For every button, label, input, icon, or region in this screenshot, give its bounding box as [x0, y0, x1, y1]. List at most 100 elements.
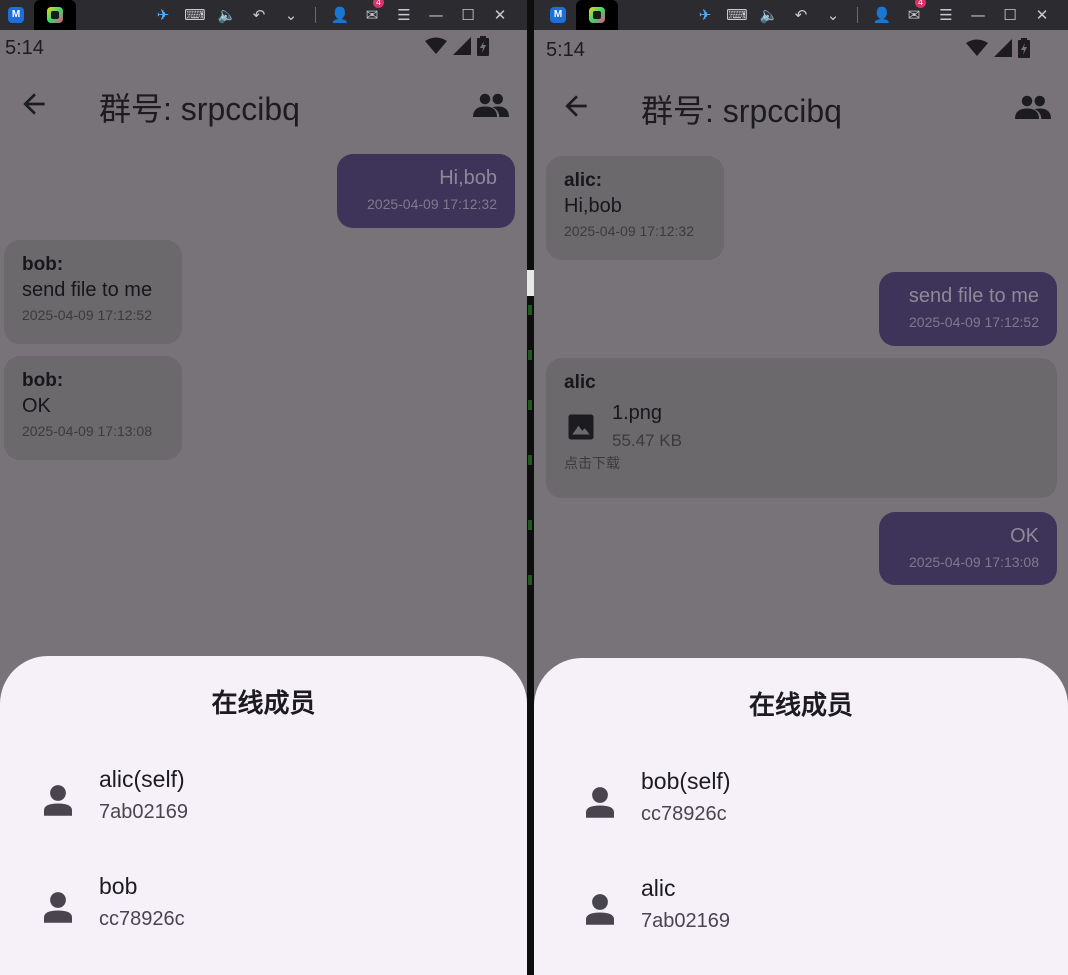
- app-logo-icon[interactable]: M: [4, 3, 28, 27]
- member-list-item[interactable]: alic 7ab02169: [534, 875, 1068, 955]
- status-icons: [966, 38, 1030, 58]
- background-terminal-text: [528, 350, 532, 360]
- member-name: alic(self): [99, 766, 185, 792]
- left-emulator-window: M ✈ ⌨ 🔈 ↶ ⌄ 👤 ✉ 4 ☰ — ☐ ✕ 5:14 群号: srpcc…: [0, 0, 527, 975]
- minimize-icon[interactable]: —: [420, 0, 452, 30]
- minimize-icon[interactable]: —: [962, 0, 994, 30]
- person-icon: [586, 894, 614, 925]
- background-terminal-text: [528, 305, 532, 315]
- status-icons: [425, 36, 489, 56]
- maximize-icon[interactable]: ☐: [452, 0, 484, 30]
- person-icon: [586, 787, 614, 818]
- person-icon: [44, 785, 72, 816]
- pin-icon[interactable]: ✈: [147, 0, 179, 30]
- mail-badge: 4: [915, 0, 926, 8]
- message-text: OK: [1010, 525, 1039, 547]
- keyboard-icon[interactable]: ⌨: [179, 0, 211, 30]
- chevron-down-icon[interactable]: ⌄: [275, 0, 307, 30]
- battery-icon: [477, 36, 489, 56]
- status-time: 5:14: [546, 39, 585, 61]
- message-bubble-outgoing[interactable]: send file to me 2025-04-09 17:12:52: [879, 272, 1057, 346]
- battery-icon: [1018, 38, 1030, 58]
- message-bubble-incoming[interactable]: bob: send file to me 2025-04-09 17:12:52: [4, 240, 182, 344]
- background-window-sliver: [527, 270, 534, 296]
- file-name: 1.png: [612, 402, 663, 424]
- message-text: Hi,bob: [564, 195, 622, 217]
- mail-icon[interactable]: ✉ 4: [356, 0, 388, 30]
- message-bubble-incoming[interactable]: alic: Hi,bob 2025-04-09 17:12:32: [546, 156, 724, 260]
- pin-icon[interactable]: ✈: [689, 0, 721, 30]
- message-bubble-outgoing[interactable]: Hi,bob 2025-04-09 17:12:32: [337, 154, 515, 228]
- right-emulator-window: M ✈ ⌨ 🔈 ↶ ⌄ 👤 ✉ 4 ☰ — ☐ ✕ 5:14 群号: srpcc…: [534, 0, 1068, 975]
- phone-screen: 5:14 群号: srpccibq Hi,bob 2025-04-09 17:1…: [0, 30, 527, 975]
- file-size: 55.47 KB: [612, 431, 682, 450]
- member-id: cc78926c: [99, 908, 185, 930]
- member-list-item[interactable]: bob cc78926c: [0, 873, 527, 953]
- message-sender: bob:: [22, 254, 64, 275]
- member-list-item[interactable]: alic(self) 7ab02169: [0, 766, 527, 846]
- message-bubble-outgoing[interactable]: OK 2025-04-09 17:13:08: [879, 512, 1057, 585]
- message-text: OK: [22, 395, 51, 417]
- member-name: bob: [99, 873, 138, 899]
- signal-icon: [994, 39, 1012, 57]
- window-titlebar: M ✈ ⌨ 🔈 ↶ ⌄ 👤 ✉ 4 ☰ — ☐ ✕: [534, 0, 1068, 30]
- user-icon[interactable]: 👤: [324, 0, 356, 30]
- menu-icon[interactable]: ☰: [388, 0, 420, 30]
- mail-badge: 4: [373, 0, 384, 8]
- wifi-icon: [966, 39, 988, 56]
- background-terminal-text: [528, 575, 532, 585]
- message-time: 2025-04-09 17:13:08: [909, 554, 1039, 570]
- mail-icon[interactable]: ✉ 4: [898, 0, 930, 30]
- background-terminal-text: [528, 520, 532, 530]
- message-time: 2025-04-09 17:12:32: [564, 223, 694, 239]
- menu-icon[interactable]: ☰: [930, 0, 962, 30]
- member-list-item[interactable]: bob(self) cc78926c: [534, 768, 1068, 848]
- app-bar: 群号: srpccibq: [0, 74, 527, 138]
- background-terminal-text: [528, 400, 532, 410]
- online-members-sheet: 在线成员 bob(self) cc78926c alic 7ab02169: [534, 658, 1068, 975]
- online-members-sheet: 在线成员 alic(self) 7ab02169 bob cc78926c: [0, 656, 527, 975]
- user-icon[interactable]: 👤: [866, 0, 898, 30]
- phone-screen: 5:14 群号: srpccibq alic: Hi,bob 2025-04-0…: [534, 30, 1068, 975]
- member-name: bob(self): [641, 768, 731, 794]
- status-bar: 5:14: [534, 32, 1068, 66]
- member-name: alic: [641, 875, 676, 901]
- volume-icon[interactable]: 🔈: [753, 0, 785, 30]
- person-icon: [44, 892, 72, 923]
- chat-app-tab-icon[interactable]: [34, 0, 76, 30]
- maximize-icon[interactable]: ☐: [994, 0, 1026, 30]
- message-time: 2025-04-09 17:12:52: [22, 307, 152, 323]
- window-toolbar: ✈ ⌨ 🔈 ↶ ⌄ 👤 ✉ 4 ☰ — ☐ ✕: [689, 0, 1058, 30]
- app-logo-icon[interactable]: M: [546, 3, 570, 27]
- group-members-icon[interactable]: [473, 92, 509, 118]
- member-id: cc78926c: [641, 803, 727, 825]
- toolbar-divider: [857, 7, 858, 23]
- close-icon[interactable]: ✕: [484, 0, 516, 30]
- message-time: 2025-04-09 17:12:52: [909, 314, 1039, 330]
- file-attachment[interactable]: 1.png 55.47 KB: [564, 402, 1039, 451]
- toolbar-divider: [315, 7, 316, 23]
- keyboard-icon[interactable]: ⌨: [721, 0, 753, 30]
- signal-icon: [453, 37, 471, 55]
- message-bubble-incoming[interactable]: bob: OK 2025-04-09 17:13:08: [4, 356, 182, 460]
- sheet-title: 在线成员: [748, 690, 853, 720]
- group-members-icon[interactable]: [1015, 94, 1051, 120]
- volume-icon[interactable]: 🔈: [211, 0, 243, 30]
- chat-app-tab-icon[interactable]: [576, 0, 618, 30]
- chevron-down-icon[interactable]: ⌄: [817, 0, 849, 30]
- message-text: send file to me: [22, 279, 153, 301]
- back-arrow-icon[interactable]: [18, 88, 50, 120]
- file-message-bubble[interactable]: alic 1.png 55.47 KB 点击下载: [546, 358, 1057, 498]
- image-file-icon: [568, 414, 594, 439]
- window-titlebar: M ✈ ⌨ 🔈 ↶ ⌄ 👤 ✉ 4 ☰ — ☐ ✕: [0, 0, 527, 30]
- close-icon[interactable]: ✕: [1026, 0, 1058, 30]
- back-arrow-icon[interactable]: [560, 90, 592, 122]
- page-title: 群号: srpccibq: [99, 91, 300, 127]
- message-time: 2025-04-09 17:13:08: [22, 423, 152, 439]
- undo-icon[interactable]: ↶: [243, 0, 275, 30]
- download-hint[interactable]: 点击下载: [564, 453, 1039, 473]
- message-sender: bob:: [22, 370, 64, 391]
- undo-icon[interactable]: ↶: [785, 0, 817, 30]
- message-sender: alic: [564, 372, 596, 393]
- message-time: 2025-04-09 17:12:32: [367, 196, 497, 212]
